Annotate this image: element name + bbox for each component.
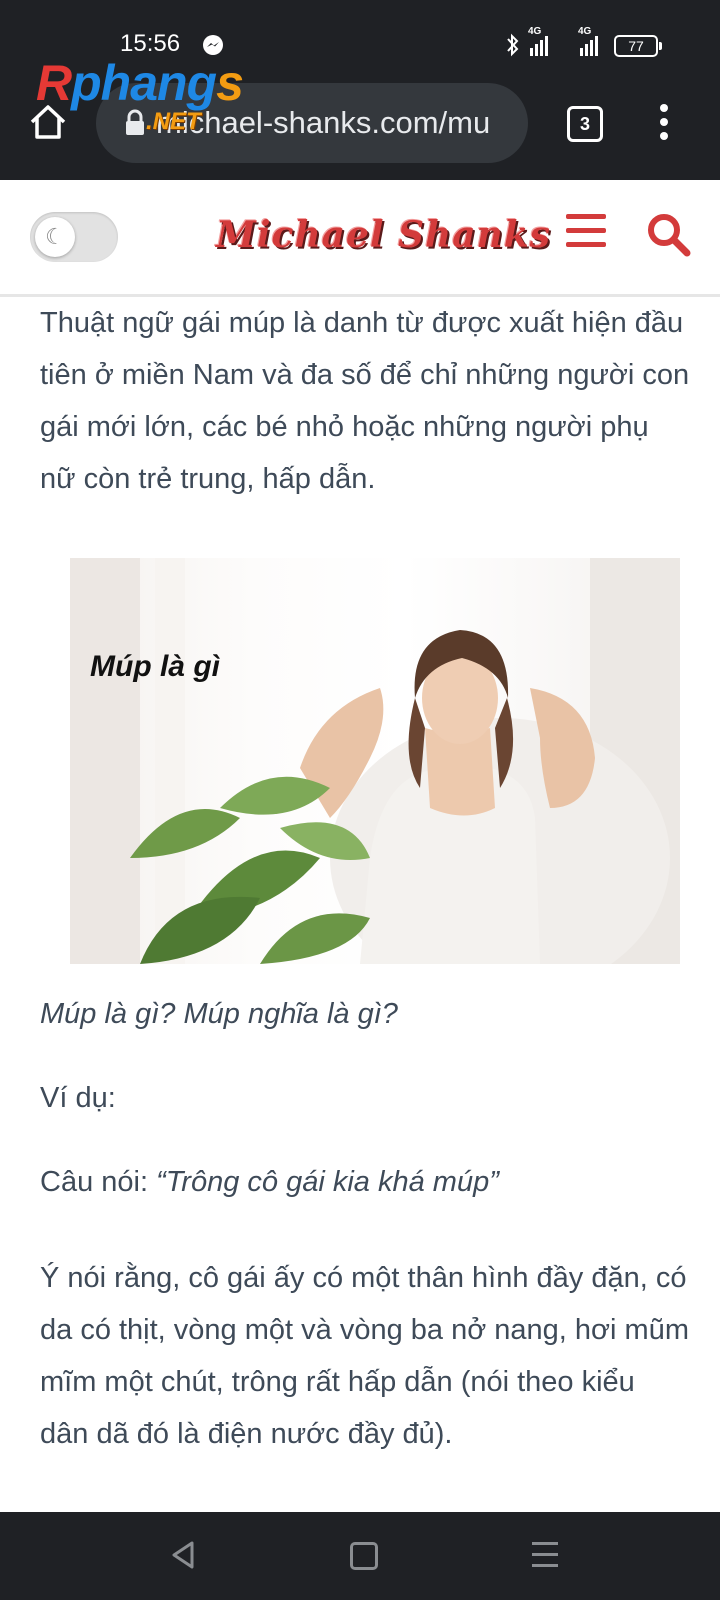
signal-2-icon: 4G	[578, 26, 598, 56]
battery-indicator: 77	[614, 35, 662, 57]
dark-mode-toggle[interactable]: ☾	[30, 212, 118, 262]
example-sentence: Câu nói: “Trông cô gái kia khá múp”	[40, 1166, 499, 1199]
watermark-net: .NET	[146, 108, 201, 135]
lock-icon	[126, 109, 144, 135]
overflow-menu-icon[interactable]	[658, 104, 670, 144]
site-header: ☾ Michael Shanks	[0, 180, 720, 297]
article-paragraph-1: Thuật ngữ gái múp là danh từ được xuất h…	[40, 307, 690, 495]
moon-icon: ☾	[35, 217, 75, 257]
bluetooth-icon	[507, 33, 519, 57]
messenger-icon	[203, 35, 223, 55]
site-logo[interactable]: Michael Shanks	[216, 214, 551, 256]
system-nav-bar	[0, 1512, 720, 1600]
image-overlay-text: Múp là gì	[90, 650, 220, 683]
article-paragraph-2: Ý nói rằng, cô gái ấy có một thân hình đ…	[40, 1262, 690, 1450]
tab-switcher-button[interactable]: 3	[567, 106, 603, 142]
example-prefix: Câu nói:	[40, 1166, 157, 1198]
signal-1-icon: 4G	[528, 26, 548, 56]
status-time: 15:56	[120, 30, 181, 57]
hamburger-menu-icon[interactable]	[566, 214, 606, 250]
browser-chrome: 15:56 4G 4G 77 michael-shanks.com/mu 3 R…	[0, 0, 720, 180]
example-label: Ví dụ:	[40, 1082, 116, 1114]
article-photo	[70, 558, 680, 964]
article-image: Múp là gì	[70, 558, 680, 964]
image-caption: Múp là gì? Múp nghĩa là gì?	[40, 998, 398, 1030]
watermark-logo: Rphangs	[36, 55, 244, 111]
search-icon[interactable]	[644, 210, 692, 258]
recents-icon[interactable]	[532, 1542, 558, 1575]
example-quote: “Trông cô gái kia khá múp”	[156, 1166, 499, 1198]
back-icon[interactable]	[170, 1540, 196, 1570]
nav-home-icon[interactable]	[350, 1542, 378, 1570]
